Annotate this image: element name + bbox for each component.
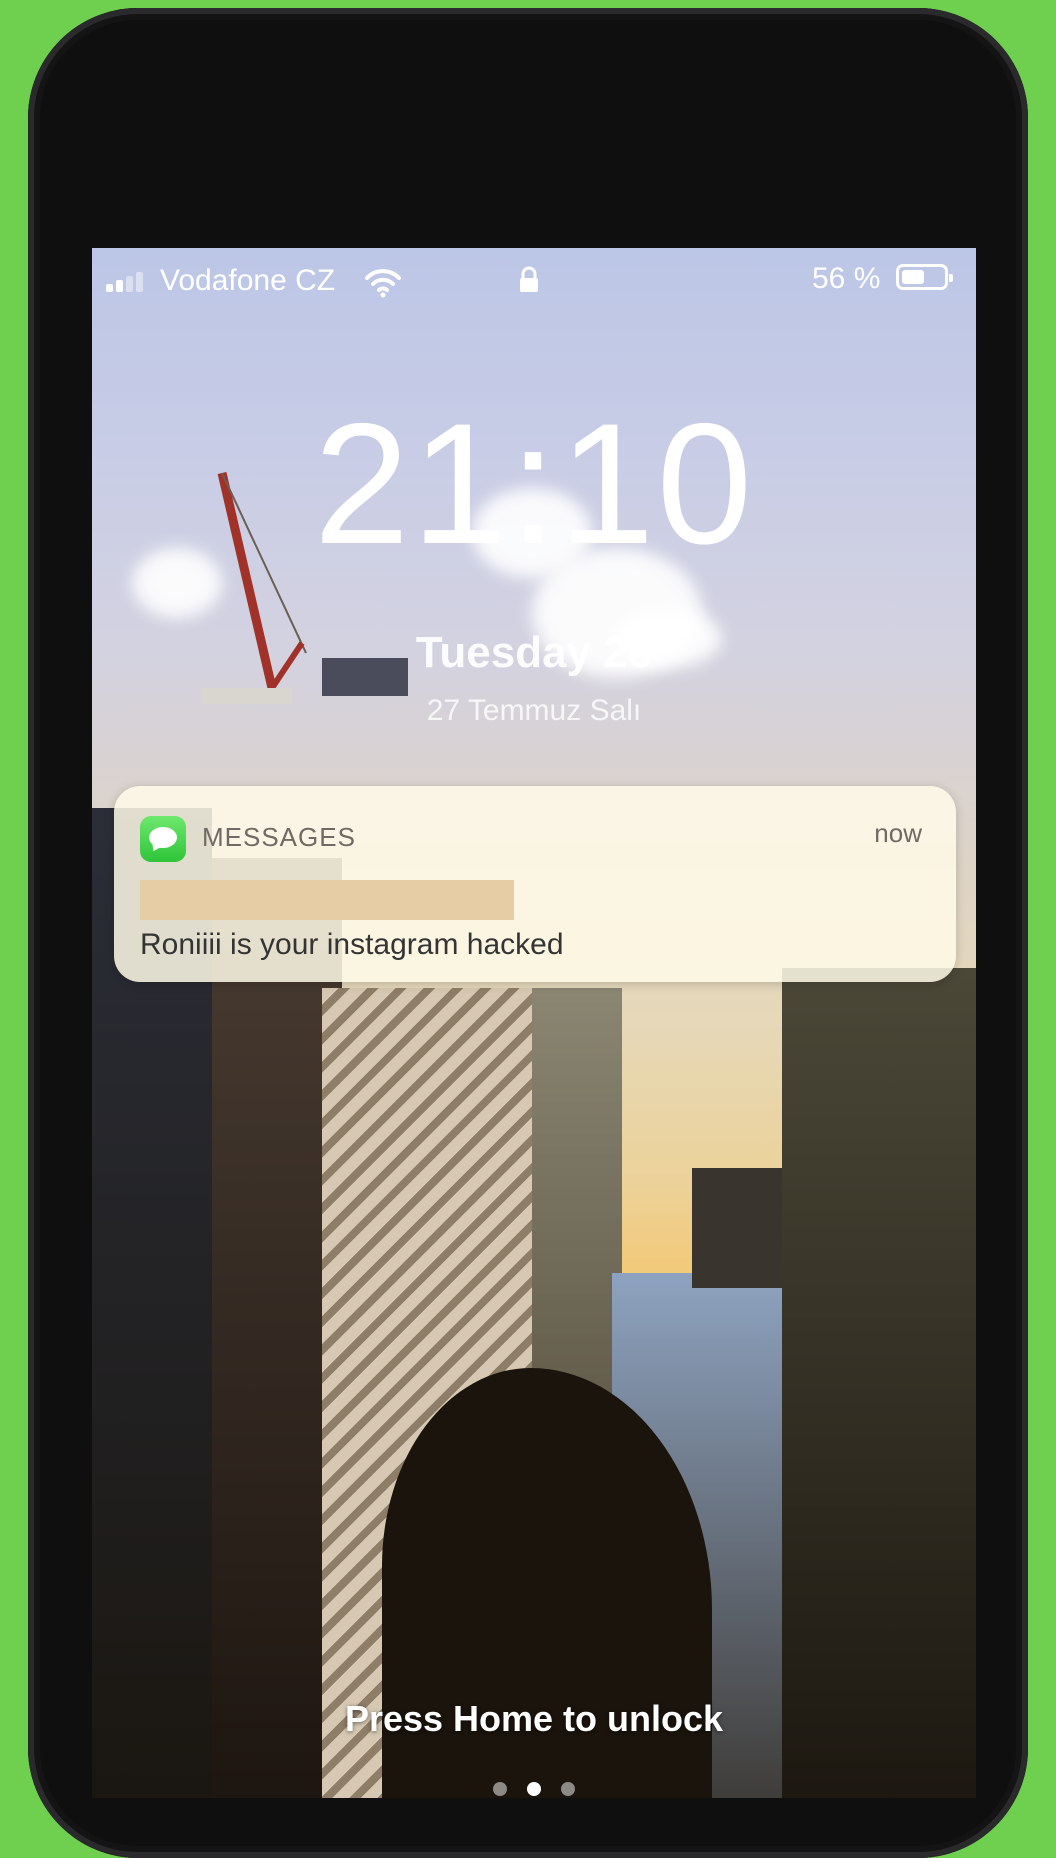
page-dot (561, 1782, 575, 1796)
battery-icon (896, 264, 953, 290)
building (782, 968, 976, 1798)
lock-screen: Vodafone CZ 56 % 21:10 Tuesday 26 27 Tem… (92, 248, 976, 1798)
lock-date: Tuesday 26 (415, 628, 653, 677)
lock-subdate: 27 Temmuz Salı (426, 694, 642, 727)
lock-icon (520, 266, 538, 292)
notification-app-name: MESSAGES (202, 822, 356, 852)
redacted-sender (140, 880, 514, 920)
unlock-hint: Press Home to unlock (344, 1698, 724, 1739)
page-dot (493, 1782, 507, 1796)
page-indicator (92, 1782, 976, 1796)
notification-message: Roniiii is your instagram hacked (140, 928, 564, 961)
battery-percentage: 56 % (812, 262, 881, 295)
carrier-name: Vodafone CZ (160, 264, 336, 297)
signal-icon (106, 272, 143, 292)
page-dot-active (527, 1782, 541, 1796)
wifi-icon (365, 269, 401, 298)
status-bar: Vodafone CZ 56 % (92, 248, 976, 318)
messages-icon (140, 816, 186, 862)
notification-time: now (874, 818, 922, 848)
message-notification[interactable]: MESSAGES now Roniiii is your instagram h… (114, 786, 956, 982)
lock-clock: 21:10 (313, 388, 755, 580)
building (692, 1168, 782, 1288)
